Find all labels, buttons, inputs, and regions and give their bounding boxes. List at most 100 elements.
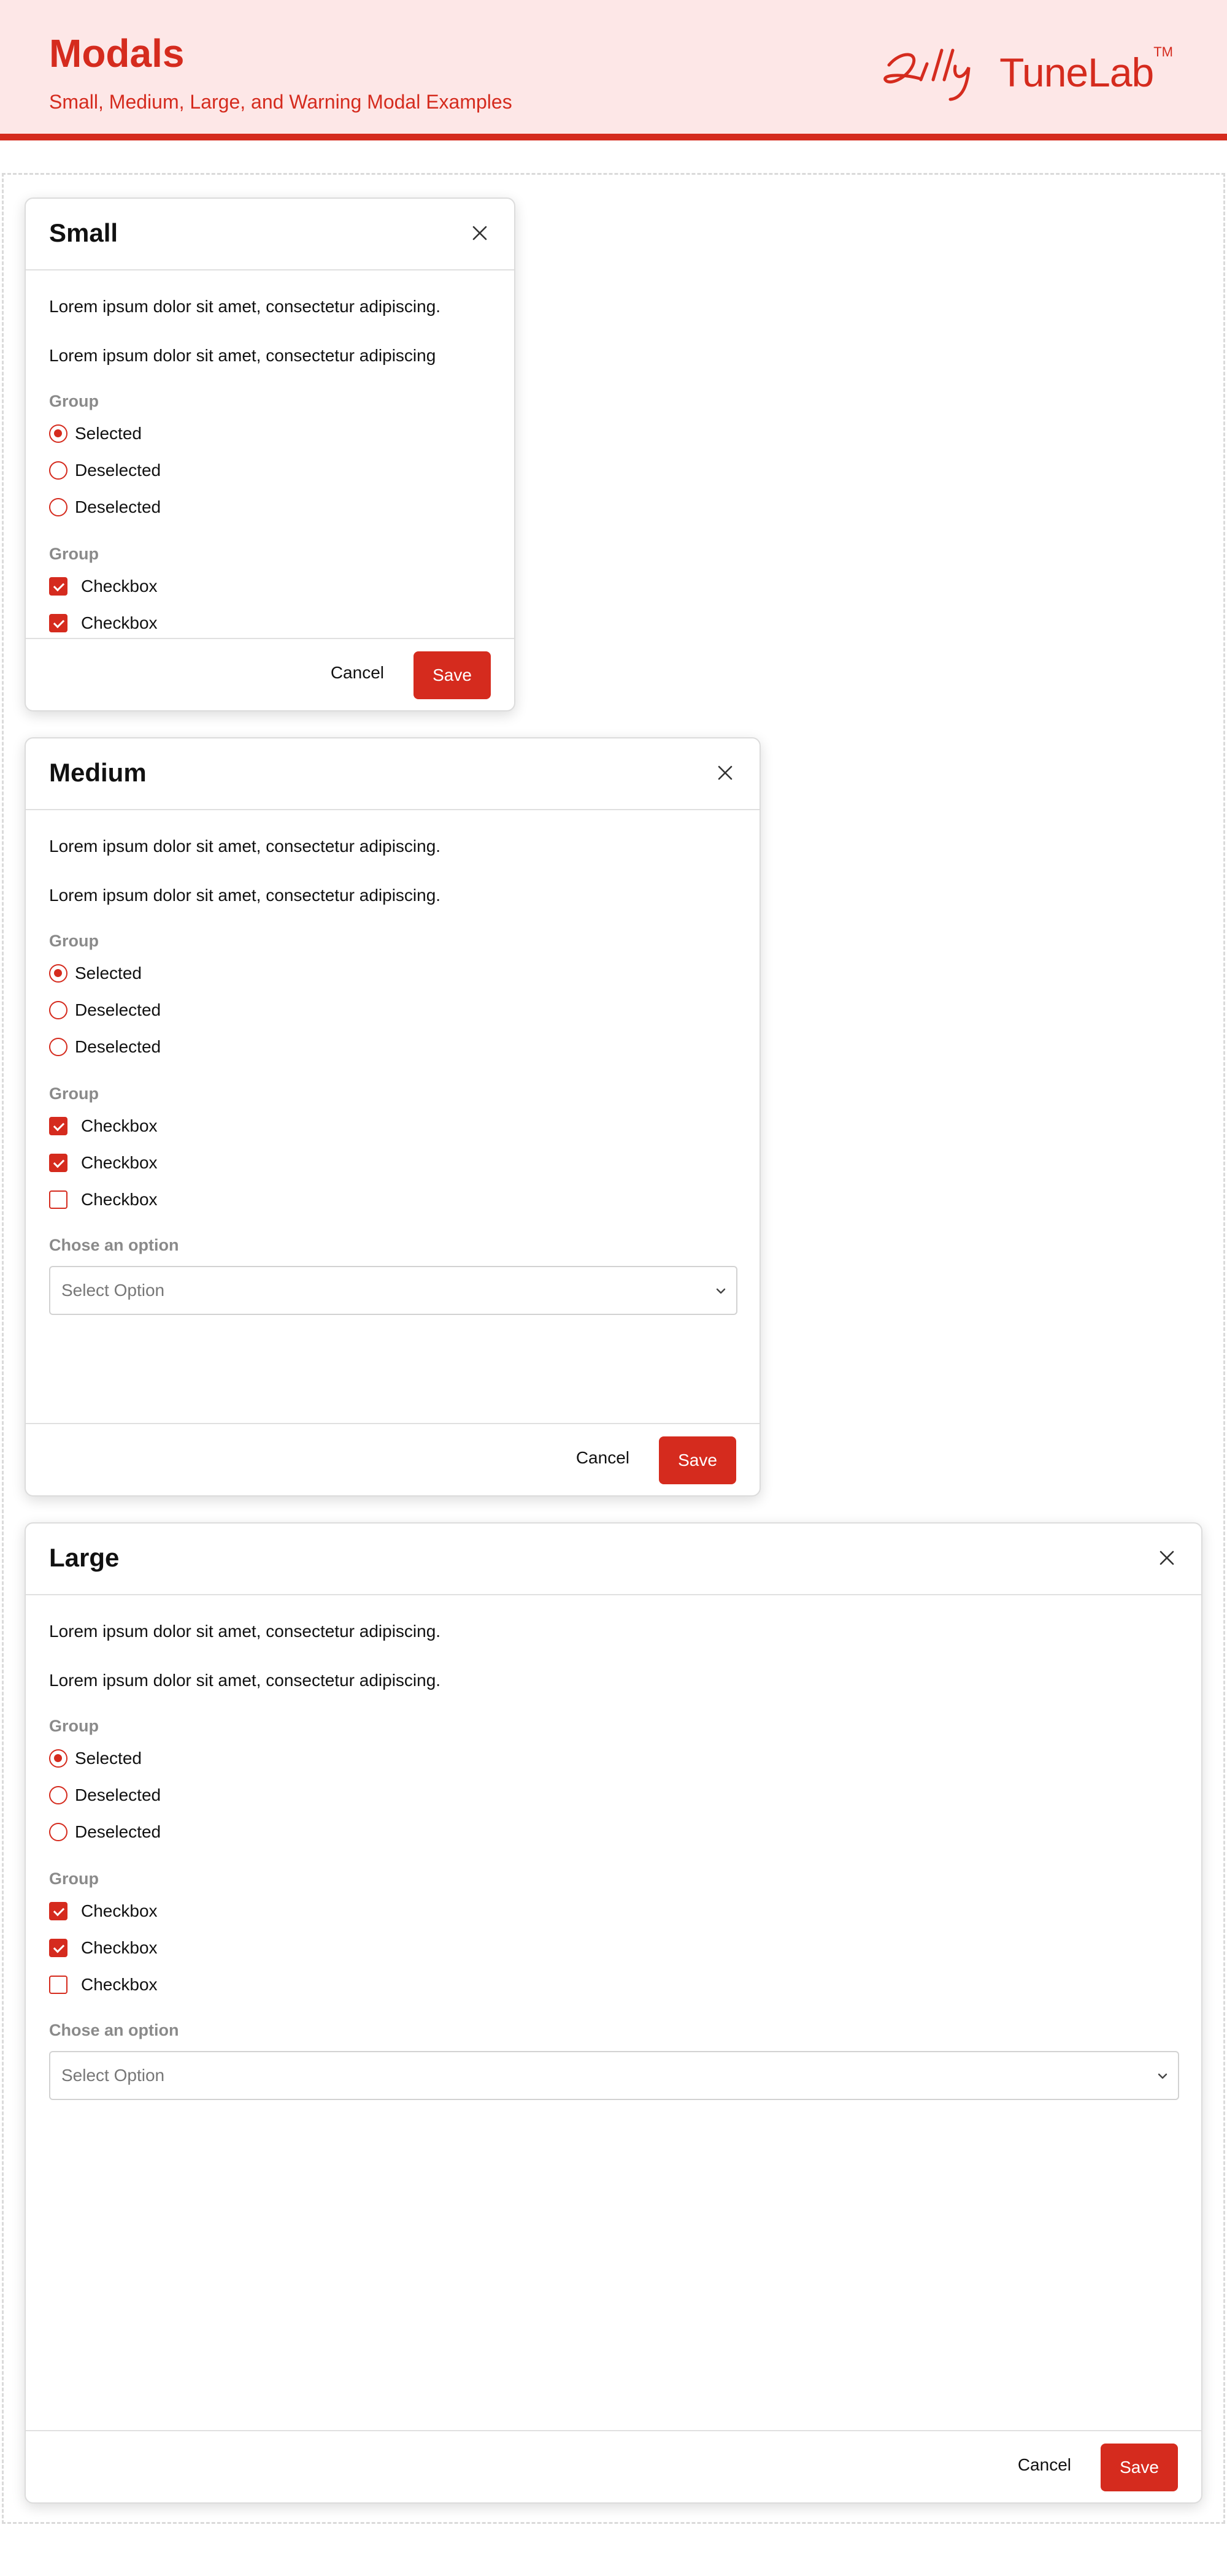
page-header: Modals Small, Medium, Large, and Warning… bbox=[0, 0, 1227, 140]
checkbox-option[interactable]: Checkbox bbox=[49, 577, 158, 596]
radio-option[interactable]: Deselected bbox=[49, 1785, 161, 1805]
checkbox-option[interactable]: Checkbox bbox=[49, 1901, 158, 1921]
radio-option[interactable]: Deselected bbox=[49, 1037, 161, 1057]
checkbox-option[interactable]: Checkbox bbox=[49, 1190, 158, 1209]
radio-option[interactable]: Selected bbox=[49, 964, 142, 983]
radio-group-label: Group bbox=[49, 392, 99, 410]
checkbox-checked[interactable] bbox=[49, 1902, 67, 1920]
checkbox-label: Checkbox bbox=[81, 1116, 158, 1135]
checkbox-checked[interactable] bbox=[49, 1117, 67, 1135]
modal-title: Small bbox=[49, 218, 118, 247]
select-label: Chose an option bbox=[49, 1236, 179, 1254]
radio-label: Deselected bbox=[75, 1037, 161, 1056]
checkbox-label: Checkbox bbox=[81, 1190, 158, 1209]
checkbox-group-label: Group bbox=[49, 545, 99, 563]
body-text: Lorem ipsum dolor sit amet, consectetur … bbox=[49, 837, 441, 856]
checkbox-label: Checkbox bbox=[81, 577, 158, 596]
radio-button[interactable] bbox=[49, 1038, 67, 1056]
radio-button-selected[interactable] bbox=[49, 424, 67, 443]
body-text: Lorem ipsum dolor sit amet, consectetur … bbox=[49, 1671, 441, 1690]
radio-button[interactable] bbox=[49, 461, 67, 480]
radio-label: Deselected bbox=[75, 1822, 161, 1841]
modal-title: Large bbox=[49, 1543, 120, 1572]
lilly-script-logo bbox=[883, 48, 971, 101]
small-modal: Small Lorem ipsum dolor sit amet, consec… bbox=[25, 197, 515, 711]
cancel-button[interactable]: Cancel bbox=[1018, 2455, 1071, 2475]
radio-label: Selected bbox=[75, 964, 142, 983]
modal-header: Large bbox=[26, 1524, 1201, 1595]
checkbox-option[interactable]: Checkbox bbox=[49, 1153, 158, 1173]
modal-footer: Cancel Save bbox=[26, 1423, 760, 1495]
brand-name: TuneLab bbox=[999, 50, 1154, 95]
save-button[interactable]: Save bbox=[659, 1436, 736, 1484]
checkbox-unchecked[interactable] bbox=[49, 1190, 67, 1209]
checkbox-checked[interactable] bbox=[49, 1939, 67, 1957]
modal-header: Small bbox=[26, 199, 514, 270]
large-modal: Large Lorem ipsum dolor sit amet, consec… bbox=[25, 1522, 1202, 2504]
radio-option[interactable]: Deselected bbox=[49, 461, 161, 480]
checkbox-option[interactable]: Checkbox bbox=[49, 613, 158, 633]
radio-option[interactable]: Selected bbox=[49, 424, 142, 443]
close-icon[interactable] bbox=[1156, 1547, 1178, 1569]
modal-footer: Cancel Save bbox=[26, 2430, 1201, 2502]
radio-button[interactable] bbox=[49, 1823, 67, 1841]
save-button[interactable]: Save bbox=[413, 651, 491, 699]
cancel-button[interactable]: Cancel bbox=[331, 663, 384, 683]
radio-button-selected[interactable] bbox=[49, 1749, 67, 1768]
modal-title: Medium bbox=[49, 758, 147, 787]
select-dropdown[interactable]: Select Option bbox=[49, 1266, 737, 1315]
brand-logo: TuneLab TM bbox=[877, 42, 1173, 103]
chevron-down-icon bbox=[1158, 2073, 1167, 2079]
body-text: Lorem ipsum dolor sit amet, consectetur … bbox=[49, 1622, 441, 1641]
checkbox-label: Checkbox bbox=[81, 1153, 158, 1172]
checkbox-label: Checkbox bbox=[81, 1938, 158, 1957]
checkbox-checked[interactable] bbox=[49, 1154, 67, 1172]
radio-option[interactable]: Deselected bbox=[49, 1000, 161, 1020]
radio-label: Selected bbox=[75, 1749, 142, 1768]
modal-body: Lorem ipsum dolor sit amet, consectetur … bbox=[26, 270, 514, 640]
radio-group-label: Group bbox=[49, 1717, 99, 1735]
checkbox-checked[interactable] bbox=[49, 577, 67, 596]
radio-button[interactable] bbox=[49, 1001, 67, 1019]
save-button[interactable]: Save bbox=[1101, 2444, 1178, 2491]
page-title: Modals bbox=[49, 31, 185, 75]
page-subtitle: Small, Medium, Large, and Warning Modal … bbox=[49, 91, 512, 113]
checkbox-label: Checkbox bbox=[81, 1975, 158, 1994]
radio-label: Deselected bbox=[75, 461, 161, 480]
close-icon[interactable] bbox=[469, 222, 491, 244]
radio-label: Deselected bbox=[75, 497, 161, 516]
close-icon[interactable] bbox=[714, 762, 736, 784]
checkbox-option[interactable]: Checkbox bbox=[49, 1938, 158, 1958]
radio-button-selected[interactable] bbox=[49, 964, 67, 983]
checkbox-group-label: Group bbox=[49, 1084, 99, 1103]
checkbox-unchecked[interactable] bbox=[49, 1976, 67, 1994]
body-text: Lorem ipsum dolor sit amet, consectetur … bbox=[49, 297, 441, 316]
radio-group-label: Group bbox=[49, 932, 99, 950]
chevron-down-icon bbox=[716, 1288, 726, 1294]
checkbox-option[interactable]: Checkbox bbox=[49, 1116, 158, 1136]
radio-option[interactable]: Deselected bbox=[49, 1822, 161, 1842]
radio-option[interactable]: Deselected bbox=[49, 497, 161, 517]
brand-trademark: TM bbox=[1153, 44, 1173, 59]
radio-label: Selected bbox=[75, 424, 142, 443]
radio-option[interactable]: Selected bbox=[49, 1749, 142, 1768]
body-text: Lorem ipsum dolor sit amet, consectetur … bbox=[49, 886, 441, 905]
radio-label: Deselected bbox=[75, 1785, 161, 1804]
modal-body: Lorem ipsum dolor sit amet, consectetur … bbox=[26, 810, 760, 1425]
medium-modal: Medium Lorem ipsum dolor sit amet, conse… bbox=[25, 737, 761, 1497]
body-text: Lorem ipsum dolor sit amet, consectetur … bbox=[49, 346, 436, 365]
radio-button[interactable] bbox=[49, 498, 67, 516]
modal-header: Medium bbox=[26, 738, 760, 810]
select-dropdown[interactable]: Select Option bbox=[49, 2051, 1179, 2100]
checkbox-label: Checkbox bbox=[81, 1901, 158, 1920]
select-label: Chose an option bbox=[49, 2021, 179, 2039]
cancel-button[interactable]: Cancel bbox=[576, 1448, 629, 1468]
checkbox-option[interactable]: Checkbox bbox=[49, 1975, 158, 1995]
radio-button[interactable] bbox=[49, 1786, 67, 1804]
checkbox-label: Checkbox bbox=[81, 613, 158, 632]
modal-footer: Cancel Save bbox=[26, 638, 514, 710]
checkbox-checked[interactable] bbox=[49, 614, 67, 632]
select-value: Select Option bbox=[61, 1281, 165, 1300]
checkbox-group-label: Group bbox=[49, 1869, 99, 1888]
radio-label: Deselected bbox=[75, 1000, 161, 1019]
